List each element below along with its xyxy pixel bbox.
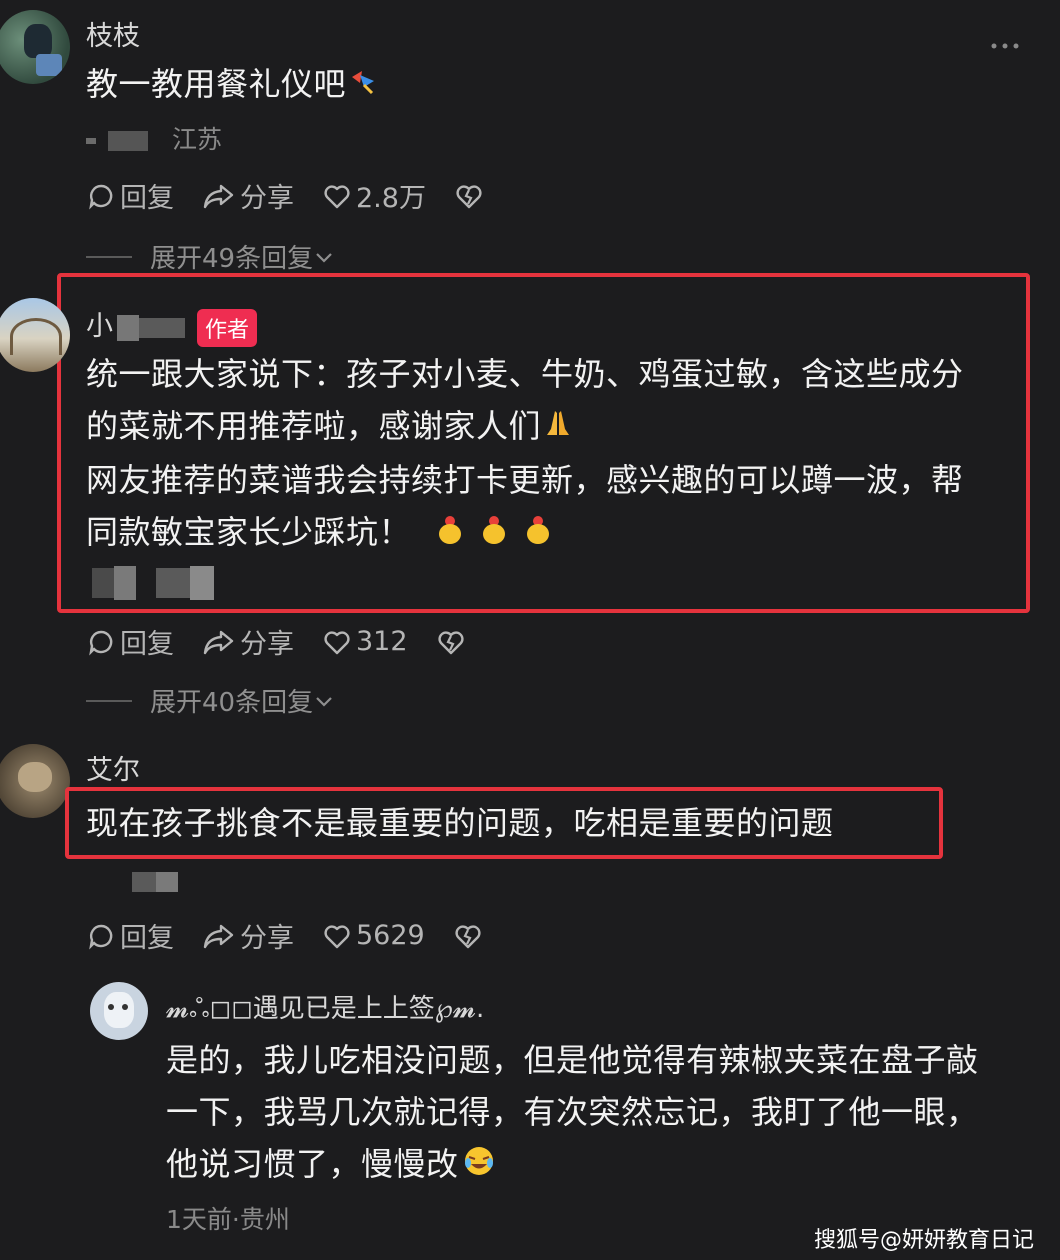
- like-button[interactable]: 312: [322, 626, 408, 657]
- expand-replies-button[interactable]: 展开49条回复: [86, 238, 335, 275]
- reply-button[interactable]: 回复: [86, 916, 174, 955]
- reply-button[interactable]: 回复: [86, 176, 174, 215]
- broken-heart-icon: [456, 184, 482, 208]
- reply-icon: [89, 630, 113, 655]
- more-icon[interactable]: [990, 36, 1020, 55]
- comment-text: 现在孩子挑食不是最重要的问题，吃相是重要的问题: [86, 804, 834, 842]
- like-button[interactable]: 2.8万: [322, 176, 426, 215]
- crying-laughing-icon: [463, 1140, 495, 1192]
- share-button[interactable]: 分享: [202, 176, 294, 215]
- share-button[interactable]: 分享: [202, 916, 294, 955]
- share-icon: [203, 184, 234, 208]
- comment-username[interactable]: 枝枝: [86, 14, 140, 53]
- lucky-bag-icon: [523, 508, 553, 560]
- expand-replies-button[interactable]: 展开40条回复: [86, 682, 335, 719]
- reply-button[interactable]: 回复: [86, 622, 174, 661]
- reply-icon: [89, 184, 113, 209]
- heart-icon: [324, 630, 350, 654]
- dislike-button[interactable]: [436, 627, 470, 657]
- like-button[interactable]: 5629: [322, 920, 425, 951]
- broken-heart-icon: [455, 924, 481, 948]
- reply-avatar[interactable]: [90, 982, 148, 1040]
- reply-icon: [89, 924, 113, 949]
- comment-text: 教一教用餐礼仪吧: [86, 58, 380, 112]
- comment-username[interactable]: 小作者: [86, 304, 258, 347]
- location: [132, 866, 178, 895]
- dislike-button[interactable]: [453, 921, 487, 951]
- share-icon: [203, 630, 234, 654]
- heart-icon: [324, 184, 350, 208]
- reply-meta: 1天前·贵州: [166, 1205, 290, 1234]
- author-badge: 作者: [197, 308, 258, 347]
- heart-icon: [324, 924, 350, 948]
- comment-username[interactable]: 艾尔: [86, 748, 140, 787]
- reply-username[interactable]: 𝓶ஃ◻◻遇见已是上上签℘𝓶.: [166, 988, 484, 1027]
- chevron-down-icon: [316, 252, 332, 263]
- broken-heart-icon: [437, 630, 464, 654]
- comment-text: 统一跟大家说下：孩子对小麦、牛奶、鸡蛋过敏，含这些成分 的菜就不用推荐啦，感谢家…: [86, 348, 964, 560]
- watermark: 搜狐号@妍妍教育日记: [813, 1228, 1034, 1253]
- lucky-bag-icon: [435, 508, 465, 560]
- folded-hands-icon: [541, 402, 575, 454]
- emoji-icon: [346, 60, 380, 112]
- location: 江苏: [86, 120, 222, 156]
- comment-actions: 回复 分享 2.8万: [86, 176, 516, 215]
- share-icon: [203, 924, 234, 948]
- comment-actions: 回复 分享 312: [86, 622, 498, 661]
- avatar[interactable]: [0, 10, 70, 84]
- comment-actions: 回复 分享 5629: [86, 916, 515, 955]
- chevron-down-icon: [316, 696, 332, 707]
- location: [92, 566, 214, 600]
- reply-text: 是的，我儿吃相没问题，但是他觉得有辣椒夹菜在盘子敲 一下，我骂几次就记得，有次突…: [166, 1034, 979, 1192]
- share-button[interactable]: 分享: [202, 622, 294, 661]
- dislike-button[interactable]: [454, 181, 488, 211]
- avatar[interactable]: [0, 744, 70, 818]
- lucky-bag-icon: [479, 508, 509, 560]
